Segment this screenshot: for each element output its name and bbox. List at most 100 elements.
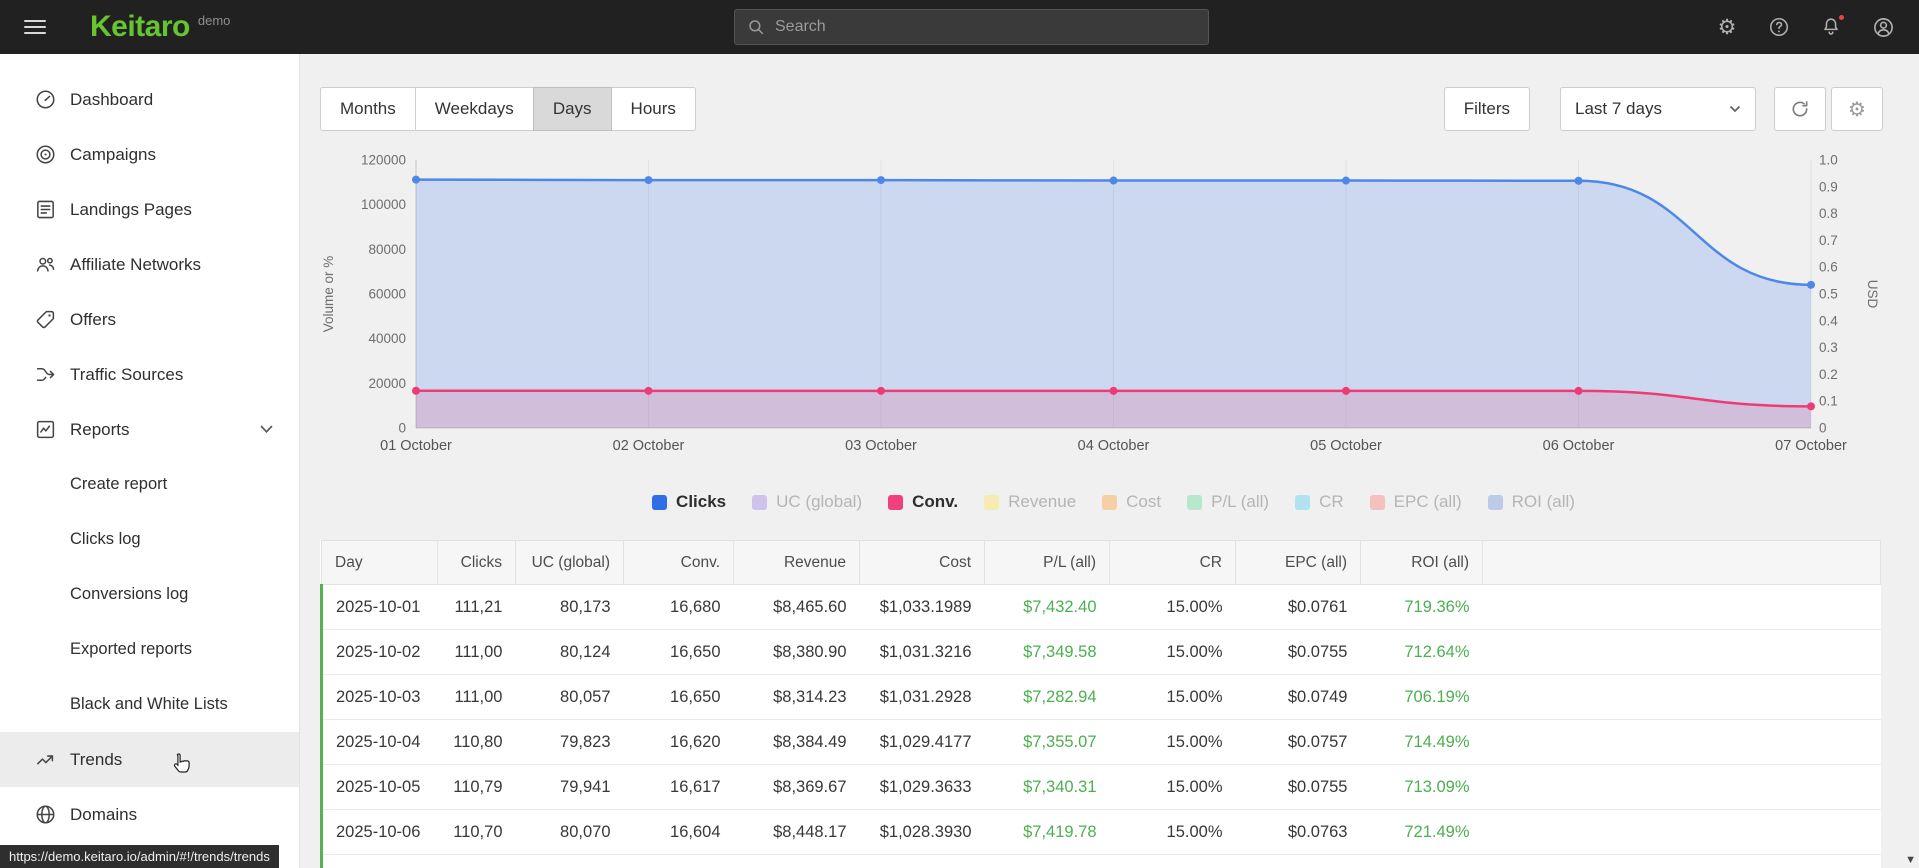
column-header-day[interactable]: Day [321,540,438,585]
sidebar-item-reports[interactable]: Reports [0,402,299,457]
cell-cr: 15.00% [1109,629,1236,675]
table-header-row: Day Clicks UC (global) Conv. Revenue Cost P/L … [321,540,1881,585]
svg-text:100000: 100000 [361,197,406,212]
cell-cost: $1,031.2928 [859,674,985,720]
sidebar-item-campaigns[interactable]: Campaigns [0,127,299,182]
sidebar-item-affiliate-networks[interactable]: Affiliate Networks [0,237,299,292]
cell-roi: 714.92% [1360,854,1483,868]
sidebar-item-traffic-sources[interactable]: Traffic Sources [0,347,299,402]
legend-item-cr[interactable]: CR [1295,492,1344,512]
cell-roi: 706.19% [1360,674,1483,720]
search-input[interactable] [775,18,1196,36]
column-header-clicks[interactable]: Clicks [437,540,516,585]
legend-item-uc-global[interactable]: UC (global) [752,492,862,512]
svg-text:40000: 40000 [368,331,406,346]
sidebar-item-clicks-log[interactable]: Clicks log [0,512,299,567]
cell-clicks: 111,00 [437,629,516,675]
cell-pl: $7,282.94 [984,674,1110,720]
sidebar-item-label: Offers [70,309,116,329]
svg-text:04 October: 04 October [1078,438,1150,454]
cell-cost: $1,033.1989 [859,584,985,630]
sidebar-item-exported-reports[interactable]: Exported reports [0,622,299,677]
column-header-uc-global[interactable]: UC (global) [515,540,624,585]
trends-chart[interactable]: 0 20000 40000 60000 80000 100000 120000 0 0.1 0.2… [300,144,1919,479]
legend-item-epc-all[interactable]: EPC (all) [1369,492,1462,512]
cell-revenue: $8,369.67 [733,764,860,810]
chart-settings-button[interactable]: ⚙ [1831,87,1883,131]
search-icon [747,18,765,36]
svg-text:0.5: 0.5 [1819,287,1838,302]
sidebar-item-black-and-white-lists[interactable]: Black and White Lists [0,677,299,732]
svg-text:03 October: 03 October [845,438,917,454]
column-header-epc-all[interactable]: EPC (all) [1235,540,1361,585]
cell-revenue: $8,384.49 [733,719,860,765]
svg-text:0.1: 0.1 [1819,394,1838,409]
settings-gear-icon[interactable]: ⚙ [1715,15,1739,39]
legend-swatch [1102,494,1118,510]
legend-swatch [752,494,768,510]
sidebar-item-label: Black and White Lists [70,695,228,713]
cell-cr: 15.00% [1109,719,1236,765]
trends-table: Day Clicks UC (global) Conv. Revenue Cost P/L … [320,540,1881,868]
sidebar-item-offers[interactable]: Offers [0,292,299,347]
status-url-tooltip: https://demo.keitaro.io/admin/#!/trends/… [0,845,279,868]
user-account-icon[interactable] [1871,15,1895,39]
column-header-conv[interactable]: Conv. [623,540,734,585]
cell-uc: 80,057 [515,674,624,720]
cell-pl: $7,340.31 [984,764,1110,810]
cell-epc: $0.0763 [1235,809,1361,855]
cell-roi: 721.49% [1360,809,1483,855]
tab-days[interactable]: Days [532,87,612,131]
legend-item-clicks[interactable]: Clicks [652,492,726,512]
scrollbar-down-arrow[interactable]: ▼ [1905,854,1916,866]
sidebar-item-trends[interactable]: Trends [0,732,299,787]
legend-item-revenue[interactable]: Revenue [984,492,1076,512]
hamburger-menu-icon[interactable] [24,20,46,34]
refresh-button[interactable] [1774,87,1826,131]
column-header-p-l-all[interactable]: P/L (all) [984,540,1110,585]
column-header-cr[interactable]: CR [1109,540,1236,585]
column-header-cost[interactable]: Cost [859,540,985,585]
tab-hours[interactable]: Hours [610,87,696,131]
filters-button[interactable]: Filters [1443,87,1530,131]
cell-revenue: $8,314.23 [733,674,860,720]
column-header-revenue[interactable]: Revenue [733,540,860,585]
tab-months[interactable]: Months [320,87,416,131]
column-header-roi-all[interactable]: ROI (all) [1360,540,1483,585]
cell-cost: $1,029.4177 [859,719,985,765]
sidebar-item-landings-pages[interactable]: Landings Pages [0,182,299,237]
traffic-icon [34,363,57,386]
cell-revenue: $8,380.90 [733,629,860,675]
search-bar[interactable] [734,9,1209,45]
notifications-bell-icon[interactable] [1819,13,1846,39]
sidebar-item-create-report[interactable]: Create report [0,457,299,512]
legend-item-cost[interactable]: Cost [1102,492,1161,512]
cell-conv: 9,615 [623,854,734,868]
date-range-value: Last 7 days [1575,99,1662,118]
cell-epc: $0.0757 [1235,719,1361,765]
legend-item-conv[interactable]: Conv. [888,492,958,512]
sidebar-item-label: Exported reports [70,640,192,658]
sidebar-item-dashboard[interactable]: Dashboard [0,72,299,127]
cell-day: 2025-10-04 [320,719,438,765]
cell-filler [1482,629,1881,675]
offers-icon [34,308,57,331]
sidebar-item-domains[interactable]: Domains [0,787,299,842]
date-range-select[interactable]: Last 7 days [1560,87,1756,131]
gear-icon: ⚙ [1848,98,1866,121]
cell-filler [1482,809,1881,855]
sidebar-item-label: Reports [70,419,130,439]
sidebar-item-conversions-log[interactable]: Conversions log [0,567,299,622]
svg-text:0.7: 0.7 [1819,233,1838,248]
legend-item-p-l-all[interactable]: P/L (all) [1187,492,1269,512]
legend-item-roi-all[interactable]: ROI (all) [1487,492,1575,512]
cell-uc: 80,070 [515,809,624,855]
help-icon[interactable] [1767,15,1791,39]
cell-revenue: $4,846.93 [733,854,860,868]
tab-weekdays[interactable]: Weekdays [414,87,534,131]
legend-swatch [1187,494,1203,510]
svg-text:07 October: 07 October [1775,438,1847,454]
cell-day: 2025-10-07 [320,854,438,868]
cell-uc: 46,157 [515,854,624,868]
cell-epc: $0.0749 [1235,674,1361,720]
